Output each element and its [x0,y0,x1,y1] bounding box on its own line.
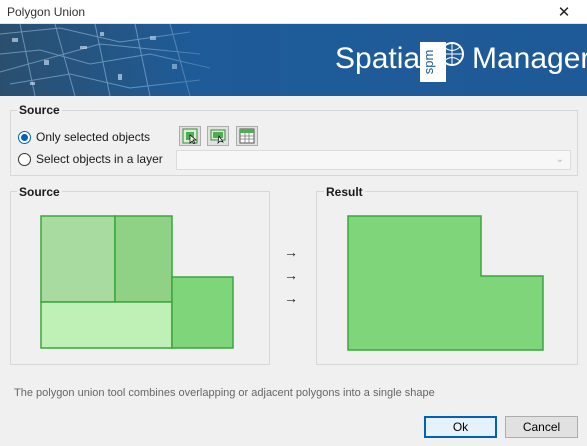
title-bar: Polygon Union ✕ [0,0,587,24]
radio-select-layer[interactable]: Select objects in a layer [18,152,163,166]
brand-mark: spm [421,50,436,75]
source-polygons [40,215,234,349]
radio-select-layer-indicator[interactable] [18,152,31,166]
brand-name-right: Manager [472,42,587,75]
pick-objects-button[interactable] [207,126,229,146]
close-icon: ✕ [557,4,571,21]
close-button[interactable]: ✕ [541,0,587,24]
description-text: The polygon union tool combines overlapp… [14,387,435,399]
brand-banner: Spatial spm Manager [0,24,587,96]
ok-button[interactable]: Ok [424,416,497,438]
arrow-icon: → [284,267,298,283]
radio-only-selected[interactable]: Only selected objects [18,130,150,144]
window-title: Polygon Union [7,5,86,19]
source-polygon-c [40,301,173,349]
pick-objects-icon [210,129,226,144]
arrow-icon: → [284,290,298,306]
layer-select[interactable]: ⌄ [176,150,571,170]
chevron-down-icon: ⌄ [555,154,564,165]
source-group-title: Source [17,103,62,117]
source-polygon-b [114,215,173,303]
select-objects-icon [182,128,198,144]
brand-name-left: Spatial [335,42,427,75]
source-polygon-a [40,215,116,303]
radio-select-layer-label[interactable]: Select objects in a layer [36,152,163,166]
cancel-button[interactable]: Cancel [505,416,578,438]
table-select-icon [239,128,255,144]
arrow-icon: → [284,244,298,260]
select-objects-button[interactable] [179,126,201,146]
radio-only-selected-indicator[interactable] [18,130,31,144]
table-select-button[interactable] [236,126,258,146]
radio-only-selected-label[interactable]: Only selected objects [36,130,150,144]
spm-logo-icon: spm [420,42,464,82]
result-polygon-view [347,215,544,351]
source-polygon-d [171,276,234,349]
result-polygon [347,215,544,351]
